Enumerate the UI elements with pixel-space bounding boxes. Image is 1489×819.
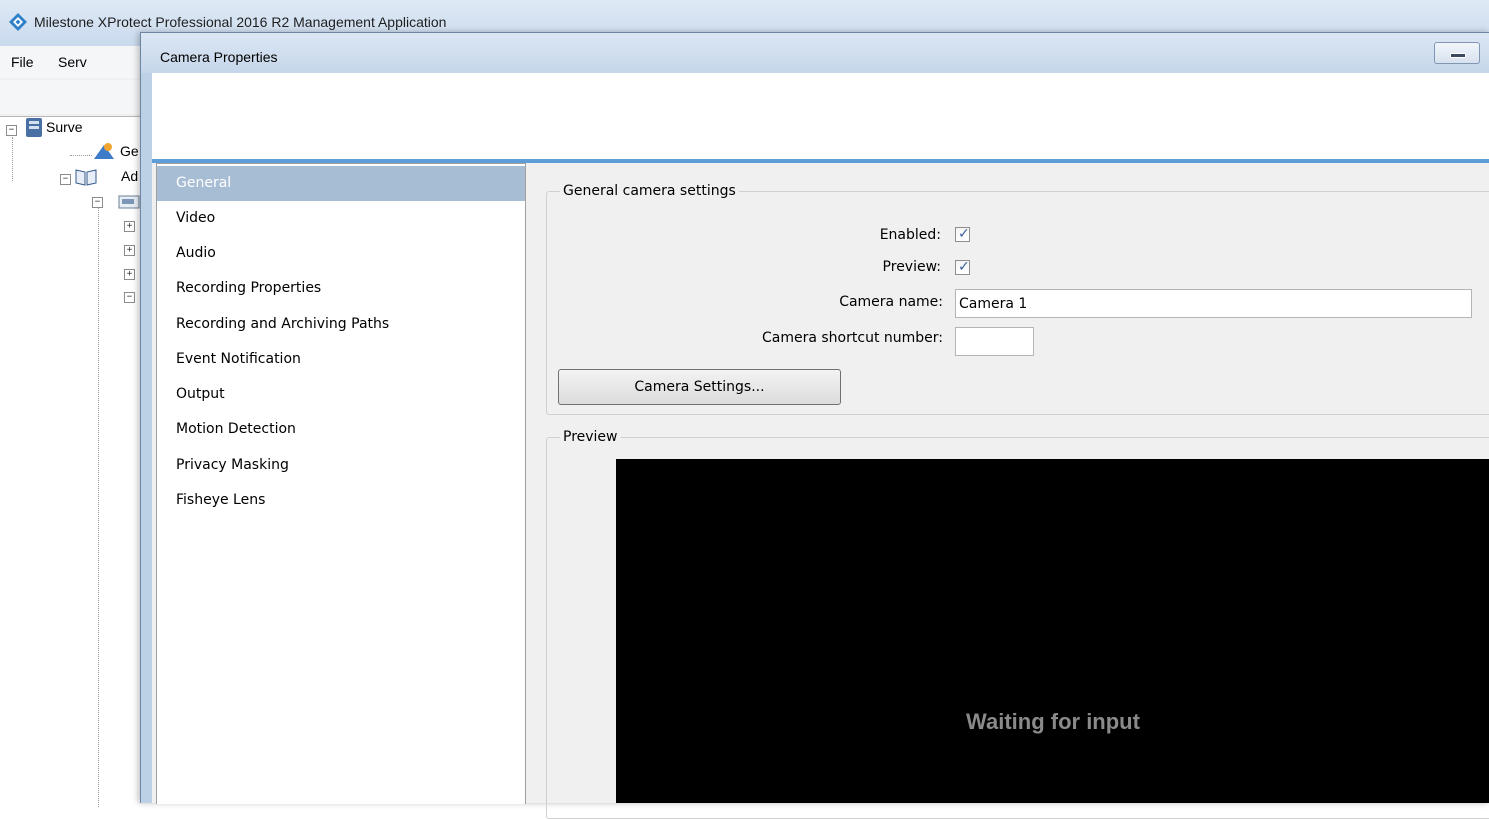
menu-file[interactable]: File — [11, 54, 34, 70]
milestone-logo-icon — [9, 13, 27, 31]
tree-expander-minus[interactable]: − — [6, 125, 17, 136]
nav-item-motion-detection[interactable]: Motion Detection — [157, 412, 525, 447]
preview-checkbox[interactable]: ✓ — [955, 259, 970, 275]
camera-name-label: Camera name: — [839, 294, 943, 310]
camera-shortcut-label: Camera shortcut number: — [762, 330, 943, 346]
tree-expander-plus[interactable]: + — [124, 245, 135, 256]
dialog-titlebar: Camera Properties — [141, 33, 1489, 73]
camera-shortcut-input[interactable] — [955, 327, 1034, 356]
camera-preview-video: Waiting for input — [616, 459, 1489, 803]
tree-expander-minus[interactable]: − — [92, 197, 103, 208]
tree-node-advanced[interactable]: Ad — [121, 168, 138, 184]
background-app-title: Milestone XProtect Professional 2016 R2 … — [34, 14, 447, 30]
wizard-icon — [94, 143, 114, 159]
tree-expander-plus[interactable]: + — [124, 221, 135, 232]
nav-item-video[interactable]: Video — [157, 201, 525, 236]
nav-item-audio[interactable]: Audio — [157, 236, 525, 271]
dialog-title: Camera Properties — [160, 49, 278, 65]
general-settings-legend: General camera settings — [560, 183, 739, 199]
hardware-icon — [118, 195, 140, 209]
enabled-label: Enabled: — [879, 227, 941, 243]
nav-item-general[interactable]: General — [157, 166, 525, 201]
nav-item-recording-archiving-paths[interactable]: Recording and Archiving Paths — [157, 307, 525, 342]
dialog-header-area — [152, 73, 1489, 163]
nav-item-output[interactable]: Output — [157, 377, 525, 412]
nav-item-event-notification[interactable]: Event Notification — [157, 342, 525, 377]
menu-server[interactable]: Serv — [58, 54, 87, 70]
waiting-for-input-text: Waiting for input — [966, 709, 1140, 734]
server-icon — [26, 118, 42, 137]
tree-node-surveillance[interactable]: Surve — [46, 119, 83, 135]
minimize-button[interactable] — [1434, 42, 1480, 64]
navigation-tree: − Surve Ge − Ad − + + + − — [0, 116, 160, 807]
tree-expander-plus[interactable]: + — [124, 269, 135, 280]
camera-settings-button[interactable]: Camera Settings... — [558, 369, 841, 405]
dialog-body: General Video Audio Recording Properties… — [152, 163, 1489, 819]
preview-legend: Preview — [560, 429, 621, 445]
book-icon — [75, 169, 97, 186]
camera-properties-dialog: Camera Properties General Video Audio Re… — [140, 32, 1489, 819]
nav-item-fisheye-lens[interactable]: Fisheye Lens — [157, 483, 525, 518]
tree-expander-minus[interactable]: − — [60, 174, 71, 185]
nav-item-recording-properties[interactable]: Recording Properties — [157, 271, 525, 306]
tree-node-getting-started[interactable]: Ge — [120, 143, 139, 159]
settings-nav-list: General Video Audio Recording Properties… — [156, 163, 526, 804]
checkmark-icon: ✓ — [958, 226, 970, 242]
camera-name-input[interactable] — [955, 289, 1472, 318]
tree-expander-minus[interactable]: − — [124, 292, 135, 303]
nav-item-privacy-masking[interactable]: Privacy Masking — [157, 448, 525, 483]
checkmark-icon: ✓ — [958, 259, 970, 275]
enabled-checkbox[interactable]: ✓ — [955, 226, 970, 242]
minimize-icon — [1450, 53, 1466, 58]
preview-label: Preview: — [882, 259, 941, 275]
